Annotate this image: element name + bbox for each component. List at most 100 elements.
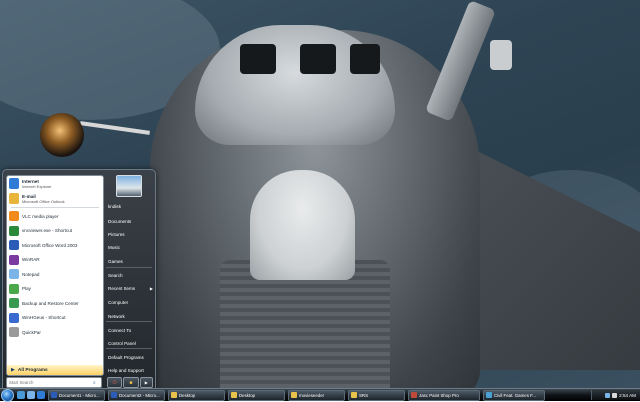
- power-controls: ⏻ ■ ▶: [107, 377, 153, 388]
- window-icon: [486, 392, 492, 398]
- pinned-separator: [11, 207, 99, 208]
- window-icon: [351, 392, 357, 398]
- recent-program-label: Play: [22, 286, 31, 292]
- right-item-default-programs[interactable]: Default Programs: [106, 352, 158, 363]
- right-item-games[interactable]: Games: [106, 256, 158, 267]
- recent-program-label: vncviewer.exe - Shortcut: [22, 228, 73, 234]
- taskbar-button[interactable]: movieseeder: [288, 389, 345, 401]
- recent-program-item[interactable]: vncviewer.exe - Shortcut: [7, 224, 103, 239]
- internet-explorer-icon[interactable]: [37, 391, 45, 399]
- taskbar-button-label: Jasc Paint Shop Pro: [419, 392, 459, 398]
- window-icon: [231, 392, 237, 398]
- program-icon: [9, 312, 19, 323]
- window-icon: [291, 392, 297, 398]
- recent-program-item[interactable]: WinRAR: [7, 253, 103, 268]
- shutdown-options-button[interactable]: ▶: [139, 377, 153, 388]
- program-icon: [9, 298, 19, 309]
- taskbar-button-label: Document2 - Micro...: [119, 392, 160, 398]
- taskbar-button-label: Desktop: [179, 392, 196, 398]
- recent-program-item[interactable]: Notepad: [7, 267, 103, 282]
- right-item-computer[interactable]: Computer: [106, 297, 158, 308]
- taskbar-button[interactable]: Civil Feat. Games F...: [483, 389, 545, 401]
- notification-area: 2:54 AM: [591, 390, 640, 400]
- right-item-label: Documents: [108, 219, 132, 224]
- right-arrow-icon: ▶: [144, 380, 148, 385]
- taskbar-button-label: SRS: [359, 392, 369, 398]
- taskbar-button[interactable]: Document1 - Micro...: [48, 389, 105, 401]
- wallpaper-shuttle-window: [240, 44, 276, 74]
- right-item-label: Pictures: [108, 232, 125, 237]
- clock[interactable]: 2:54 AM: [619, 393, 636, 398]
- wallpaper-shuttle-bay: [250, 170, 355, 280]
- wallpaper-satellite-rod: [80, 121, 150, 135]
- lock-button[interactable]: ■: [123, 377, 139, 388]
- recent-program-item[interactable]: Backup and Restore Center: [7, 296, 103, 311]
- right-item-music[interactable]: Music: [106, 242, 158, 253]
- pinned-email[interactable]: E-mail Microsoft Office Outlook: [7, 191, 103, 206]
- right-item-search[interactable]: Search: [106, 270, 158, 281]
- taskbar-button-label: Desktop: [239, 392, 256, 398]
- right-item-label: Network: [108, 314, 125, 319]
- right-item-label: Music: [108, 245, 120, 250]
- wallpaper-satellite: [40, 113, 84, 157]
- pinned-sublabel: Microsoft Office Outlook: [22, 198, 65, 204]
- start-menu-program-list: Internet Internet Explorer E-mail Microsoft…: [6, 175, 104, 376]
- power-icon: ⏻: [112, 379, 117, 386]
- recent-program-label: Notepad: [22, 271, 40, 277]
- recent-program-item[interactable]: WinHGeus - Shortcut: [7, 311, 103, 326]
- volume-icon[interactable]: [612, 392, 618, 398]
- pinned-sublabel: Internet Explorer: [22, 183, 52, 189]
- taskbar-button-label: Civil Feat. Games F...: [494, 392, 536, 398]
- program-icon: [9, 269, 19, 280]
- recent-program-label: WinHGeus - Shortcut: [22, 315, 66, 321]
- start-menu: Internet Internet Explorer E-mail Microsoft…: [2, 169, 156, 390]
- taskbar-button[interactable]: Desktop: [168, 389, 225, 401]
- recent-program-item[interactable]: QuickPar: [7, 325, 103, 340]
- window-icon: [411, 392, 417, 398]
- recent-program-item[interactable]: Microsoft Office Word 2003: [7, 238, 103, 253]
- taskbar-button-label: movieseeder: [299, 392, 325, 398]
- right-item-label: Games: [108, 259, 123, 264]
- right-pane-separator: [106, 321, 152, 322]
- recent-program-label: Microsoft Office Word 2003: [22, 242, 78, 248]
- taskbar-button[interactable]: Jasc Paint Shop Pro: [408, 389, 480, 401]
- all-programs-label: All Programs: [17, 367, 48, 373]
- right-item-user[interactable]: kndisk: [106, 201, 158, 212]
- right-item-connect-to[interactable]: Connect To: [106, 325, 158, 336]
- wallpaper-robot-arm-end: [490, 40, 512, 70]
- switch-windows-icon[interactable]: [27, 391, 35, 399]
- program-icon: [9, 211, 19, 222]
- taskbar-button[interactable]: SRS: [348, 389, 405, 401]
- right-item-label: Control Panel: [108, 341, 136, 346]
- right-item-documents[interactable]: Documents: [106, 216, 158, 227]
- right-item-help-and-support[interactable]: Help and Support: [106, 365, 158, 376]
- right-item-label: kndisk: [108, 204, 122, 209]
- start-search-box[interactable]: ⌕: [6, 377, 102, 388]
- search-icon[interactable]: ⌕: [93, 380, 96, 386]
- right-item-label: Connect To: [108, 328, 132, 333]
- taskbar-button-label: Document1 - Micro...: [59, 392, 100, 398]
- right-pane-separator: [106, 348, 152, 349]
- all-programs-button[interactable]: ▶ All Programs: [7, 365, 103, 375]
- taskbar-button[interactable]: Desktop: [228, 389, 285, 401]
- pinned-programs: Internet Internet Explorer E-mail Microsoft…: [7, 176, 103, 206]
- taskbar-button[interactable]: Document2 - Micro...: [108, 389, 165, 401]
- network-icon[interactable]: [605, 392, 611, 398]
- recent-program-label: QuickPar: [22, 329, 41, 335]
- user-picture[interactable]: [116, 175, 142, 197]
- recent-program-label: WinRAR: [22, 257, 40, 263]
- recent-program-item[interactable]: Play: [7, 282, 103, 297]
- power-button[interactable]: ⏻: [107, 377, 123, 388]
- show-desktop-icon[interactable]: [17, 391, 25, 399]
- right-item-label: Default Programs: [108, 355, 144, 360]
- internet-explorer-icon: [9, 178, 19, 189]
- right-item-recent-items[interactable]: Recent Items ▶: [106, 283, 158, 294]
- pinned-internet[interactable]: Internet Internet Explorer: [7, 176, 103, 191]
- taskbar: Document1 - Micro... Document2 - Micro...…: [0, 388, 640, 402]
- right-item-pictures[interactable]: Pictures: [106, 229, 158, 240]
- recent-program-item[interactable]: VLC media player: [7, 209, 103, 224]
- start-search-input[interactable]: [7, 380, 91, 385]
- outlook-icon: [9, 193, 19, 204]
- recent-program-label: VLC media player: [22, 213, 59, 219]
- quick-launch: [17, 391, 45, 399]
